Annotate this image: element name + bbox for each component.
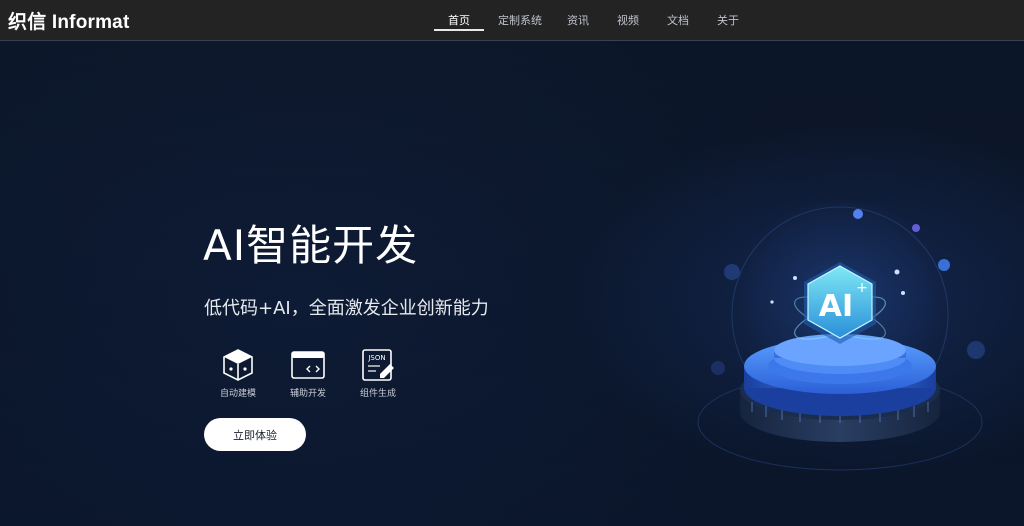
feature-auto-modeling: 自动建模 [203, 347, 273, 399]
feature-component-gen: JSON 组件生成 [343, 347, 413, 399]
orb [711, 361, 725, 375]
nav-item-home[interactable]: 首页 [434, 0, 484, 40]
brand-logo[interactable]: 织信 Informat [8, 6, 129, 34]
feature-assisted-dev: 辅助开发 [273, 347, 343, 399]
orb [938, 259, 950, 271]
code-window-icon [291, 351, 325, 379]
cube-icon [223, 349, 253, 381]
top-navbar: 织信 Informat 首页 定制系统 资讯 视频 文档 关于 [0, 0, 1024, 41]
hero-title: AI智能开发 [203, 221, 419, 270]
main-nav: 首页 定制系统 资讯 视频 文档 关于 [434, 0, 756, 40]
nav-item-label: 首页 [448, 14, 470, 27]
orb [967, 341, 985, 359]
nav-item-label: 资讯 [567, 14, 589, 27]
svg-text:JSON: JSON [367, 354, 385, 362]
nav-item-label: 关于 [717, 14, 739, 27]
nav-item-label: 文档 [667, 14, 689, 27]
nav-item-custom-system[interactable]: 定制系统 [484, 0, 556, 40]
nav-item-label: 视频 [617, 14, 639, 27]
ai-platform-illustration: AI + [697, 200, 985, 471]
nav-item-about[interactable]: 关于 [700, 0, 756, 40]
json-doc-icon: JSON [362, 349, 394, 381]
try-now-button[interactable]: 立即体验 [204, 418, 306, 451]
nav-item-label: 定制系统 [498, 14, 542, 27]
nav-item-news[interactable]: 资讯 [556, 0, 600, 40]
orb [853, 209, 863, 219]
brand-logo-text: 织信 Informat [8, 11, 130, 33]
feature-label: 辅助开发 [289, 389, 326, 399]
hero-subtitle: 低代码+AI，全面激发企业创新能力 [204, 298, 489, 319]
feature-label: 组件生成 [359, 389, 396, 399]
feature-list: 自动建模 辅助开发 JSON 组件生成 [203, 347, 413, 399]
nav-item-docs[interactable]: 文档 [656, 0, 700, 40]
feature-label: 自动建模 [219, 389, 256, 399]
ai-badge-plus: + [856, 280, 868, 296]
page: 织信 Informat 首页 定制系统 资讯 视频 文档 关于 AI智能开发 低… [0, 0, 1024, 526]
orb [724, 264, 740, 280]
nav-item-video[interactable]: 视频 [600, 0, 656, 40]
orb [912, 224, 920, 232]
ai-badge-text: AI [819, 289, 853, 324]
